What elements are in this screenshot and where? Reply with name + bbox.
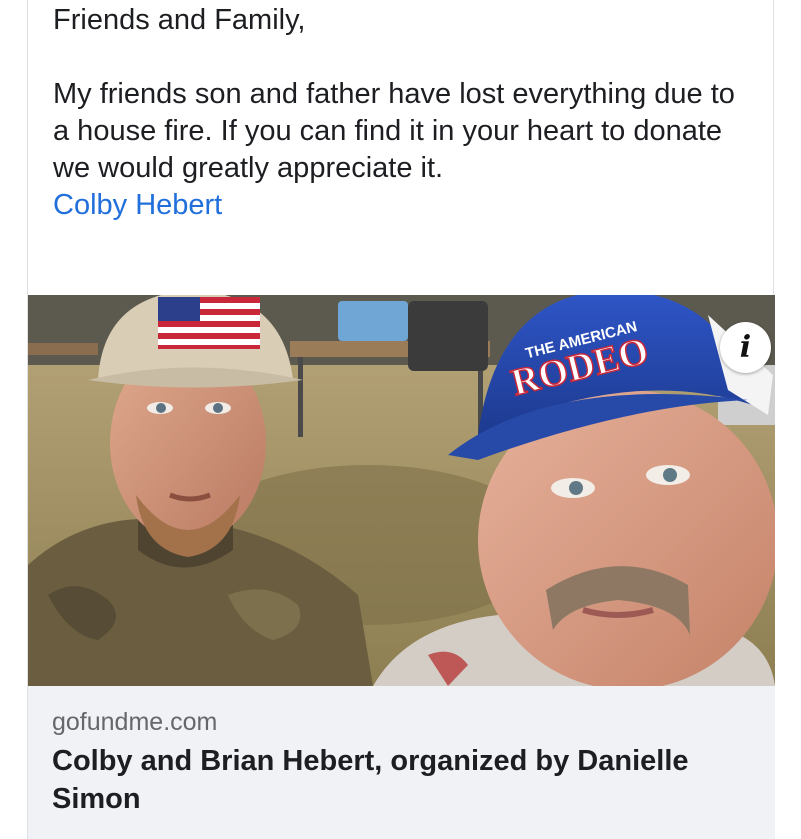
post-body: My friends son and father have lost ever… [53,76,753,224]
generator [408,301,488,371]
cooler [338,301,408,341]
post-text: Friends and Family, My friends son and f… [53,2,753,224]
table-left [28,343,98,355]
link-preview[interactable]: gofundme.com Colby and Brian Hebert, org… [28,686,775,839]
post-body-text: My friends son and father have lost ever… [53,78,735,184]
mention-link[interactable]: Colby Hebert [53,187,753,224]
info-button[interactable]: i [720,322,771,373]
link-title: Colby and Brian Hebert, organized by Dan… [52,745,689,815]
post-card: Friends and Family, My friends son and f… [27,0,775,839]
flag-patch [158,297,260,349]
post-photo[interactable]: THE AMERICAN RODEO i [28,295,775,686]
post-greeting: Friends and Family, [53,4,306,36]
photo-illustration: THE AMERICAN RODEO [28,295,775,686]
link-domain: gofundme.com [52,708,218,736]
info-icon: i [739,330,752,365]
